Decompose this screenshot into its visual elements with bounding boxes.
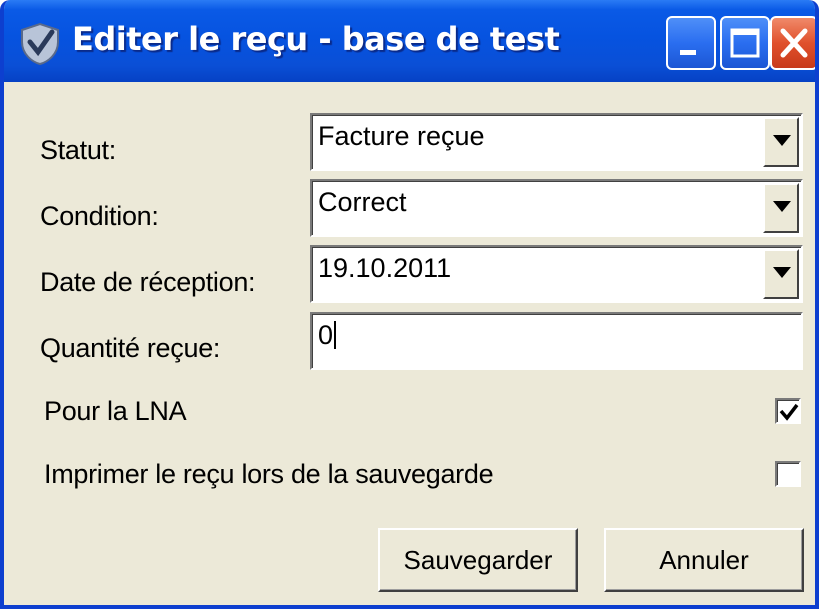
minimize-icon [680,50,696,55]
title-bar[interactable]: Editer le reçu - base de test [4,0,815,82]
maximize-icon [730,28,760,58]
condition-value: Correct [318,187,407,217]
status-label: Statut: [40,135,116,165]
reception-date-label: Date de réception: [40,267,256,297]
reception-date-picker[interactable]: 19.10.2011 [310,245,803,303]
quantity-input[interactable]: 0 [310,312,803,370]
status-combobox[interactable]: Facture reçue [310,113,803,171]
cancel-button[interactable]: Annuler [604,528,804,592]
for-lna-label: Pour la LNA [44,396,187,426]
status-value: Facture reçue [318,121,485,151]
checkmark-shield-icon [18,22,62,66]
save-button[interactable]: Sauvegarder [378,528,578,592]
chevron-down-icon [773,267,791,278]
dialog-window: Editer le reçu - base de test Statut: Fa… [0,0,819,609]
checkmark-icon [779,403,799,421]
condition-dropdown-button[interactable] [763,183,799,233]
minimize-button[interactable] [666,16,716,70]
maximize-button[interactable] [720,16,770,70]
for-lna-checkbox[interactable] [775,398,801,424]
status-dropdown-button[interactable] [763,117,799,167]
condition-combobox[interactable]: Correct [310,179,803,237]
reception-date-dropdown-button[interactable] [763,249,799,299]
close-button[interactable] [770,16,815,70]
chevron-down-icon [773,201,791,212]
text-caret [334,321,337,349]
close-icon [780,28,808,58]
print-receipt-checkbox[interactable] [775,461,801,487]
condition-label: Condition: [40,201,159,231]
quantity-value: 0 [318,320,334,350]
print-receipt-label: Imprimer le reçu lors de la sauvegarde [44,459,494,489]
chevron-down-icon [773,135,791,146]
quantity-label: Quantité reçue: [40,333,221,363]
reception-date-value: 19.10.2011 [318,253,452,283]
window-title: Editer le reçu - base de test [72,20,560,58]
